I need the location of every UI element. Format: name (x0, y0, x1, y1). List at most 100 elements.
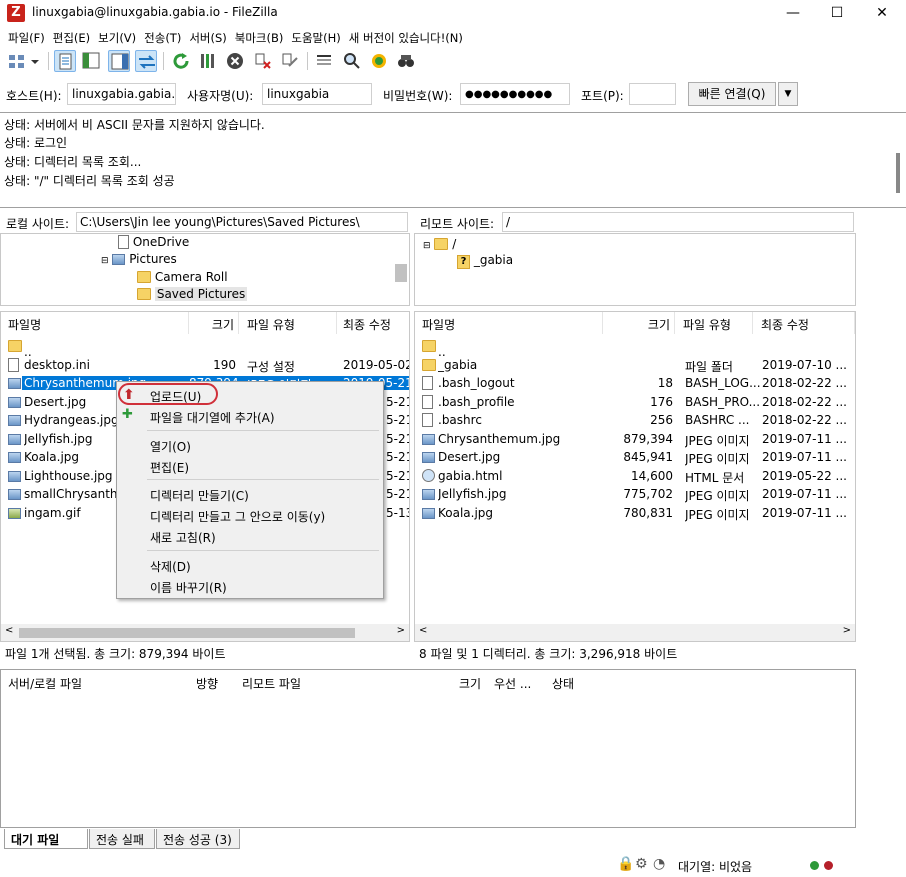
remote-path-input[interactable]: / (502, 212, 854, 232)
pictures-icon (112, 254, 126, 265)
password-input[interactable]: ●●●●●●●●●● (460, 83, 570, 105)
directory-comparison-icon[interactable] (341, 50, 363, 72)
menu-item-open[interactable]: 열기(O) (150, 438, 191, 455)
scroll-right-icon[interactable]: > (843, 625, 851, 636)
scrollbar-thumb[interactable] (19, 628, 355, 638)
scroll-left-icon[interactable]: < (5, 625, 13, 636)
queue-header-status[interactable]: 상태 (552, 675, 574, 692)
collapse-icon[interactable]: ⊟ (101, 256, 109, 266)
tree-item-gabia[interactable]: ? _gabia (457, 253, 513, 269)
tab-queued-files[interactable]: 대기 파일 (4, 829, 88, 849)
remote-header-type[interactable]: 파일 유형 (675, 312, 753, 334)
tree-item-saved-pictures[interactable]: Saved Pictures (137, 287, 248, 301)
tree-scrollbar[interactable] (395, 264, 407, 282)
collapse-icon[interactable]: ⊟ (423, 241, 431, 251)
tree-item-onedrive[interactable]: OneDrive (118, 235, 189, 249)
site-manager-dropdown-icon[interactable] (28, 50, 42, 72)
list-item[interactable]: .bash_profile 176 BASH_PRO... 2018-02-22… (415, 393, 855, 411)
queue-header-size[interactable]: 크기 (459, 675, 481, 692)
tab-successful-transfers[interactable]: 전송 성공 (3) (156, 829, 240, 849)
search-files-icon[interactable] (395, 50, 417, 72)
toggle-message-log-icon[interactable] (54, 50, 76, 72)
maximize-button[interactable]: ☐ (814, 0, 860, 26)
queue-header-remote-file[interactable]: 리모트 파일 (242, 675, 301, 692)
username-input[interactable]: linuxgabia (262, 83, 372, 105)
site-manager-icon[interactable] (6, 50, 28, 72)
tree-item-root[interactable]: ⊟ / (423, 237, 456, 251)
local-path-input[interactable]: C:\Users\Jin lee young\Pictures\Saved Pi… (76, 212, 408, 232)
image-file-icon (8, 378, 21, 389)
list-item[interactable]: Desert.jpg 845,941 JPEG 이미지 2019-07-11 .… (415, 448, 855, 466)
remote-horizontal-scrollbar[interactable]: < > (415, 624, 855, 641)
local-header-type[interactable]: 파일 유형 (239, 312, 337, 334)
host-input[interactable]: linuxgabia.gabia.io (67, 83, 176, 105)
list-item[interactable]: .. (415, 337, 855, 359)
list-item[interactable]: gabia.html 14,600 HTML 문서 2019-05-22 ... (415, 467, 855, 485)
tree-item-pictures[interactable]: ⊟ Pictures (101, 252, 177, 266)
speed-limit-icon[interactable]: ◔ (653, 856, 665, 872)
menu-bookmarks[interactable]: 북마크(B) (233, 27, 290, 47)
context-menu: ⬆ 업로드(U) ✚ 파일을 대기열에 추가(A) 열기(O) 편집(E) 디렉… (116, 381, 384, 599)
menu-edit[interactable]: 편집(E) (51, 27, 96, 47)
list-item[interactable]: _gabia 파일 폴더 2019-07-10 ... (415, 356, 855, 374)
quickconnect-button[interactable]: 빠른 연결(Q) (688, 82, 776, 106)
reconnect-icon[interactable] (279, 50, 301, 72)
list-item[interactable]: .. (1, 337, 409, 359)
menu-view[interactable]: 보기(V) (96, 27, 142, 47)
menu-new-version[interactable]: 새 버전이 있습니다!(N) (347, 27, 469, 47)
log-scrollbar[interactable] (896, 153, 900, 193)
list-item[interactable]: Chrysanthemum.jpg 879,394 JPEG 이미지 2019-… (415, 430, 855, 448)
menu-item-create-directory-enter[interactable]: 디렉터리 만들고 그 안으로 이동(y) (150, 508, 325, 525)
menu-item-delete[interactable]: 삭제(D) (150, 558, 191, 575)
disconnect-icon[interactable] (252, 50, 274, 72)
toolbar (0, 47, 906, 75)
queue-header-local-file[interactable]: 서버/로컬 파일 (8, 675, 82, 692)
list-item[interactable]: desktop.ini 190 구성 설정 2019-05-02 (1, 356, 409, 374)
list-item[interactable]: Koala.jpg 780,831 JPEG 이미지 2019-07-11 ..… (415, 504, 855, 522)
queue-header-direction[interactable]: 방향 (196, 675, 218, 692)
process-queue-icon[interactable] (197, 50, 219, 72)
local-header-modified[interactable]: 최종 수정 (337, 312, 409, 334)
minimize-button[interactable]: — (770, 0, 816, 26)
local-site-label: 로컬 사이트: (6, 217, 70, 231)
menu-server[interactable]: 서버(S) (187, 27, 232, 47)
directory-listing-filter-icon[interactable] (313, 50, 335, 72)
tree-item-camera-roll[interactable]: Camera Roll (137, 270, 228, 284)
synchronized-browsing-icon[interactable] (368, 50, 390, 72)
image-file-icon (8, 471, 21, 482)
menu-item-edit[interactable]: 편집(E) (150, 459, 189, 476)
scroll-right-icon[interactable]: > (397, 625, 405, 636)
toggle-transfer-queue-icon[interactable] (135, 50, 157, 72)
folder-icon (137, 288, 151, 300)
remote-header-size[interactable]: 크기 (603, 312, 675, 334)
remote-header-modified[interactable]: 최종 수정 (753, 312, 855, 334)
close-button[interactable]: ✕ (859, 0, 905, 26)
scroll-left-icon[interactable]: < (419, 625, 427, 636)
queue-header-priority[interactable]: 우선 ... (494, 675, 531, 692)
cancel-operation-icon[interactable] (224, 50, 246, 72)
list-item[interactable]: Jellyfish.jpg 775,702 JPEG 이미지 2019-07-1… (415, 485, 855, 503)
quickconnect-dropdown-icon[interactable]: ▼ (778, 82, 798, 106)
local-header-name[interactable]: 파일명 (1, 312, 189, 334)
port-input[interactable] (629, 83, 676, 105)
local-horizontal-scrollbar[interactable]: < > (1, 624, 409, 641)
menu-transfer[interactable]: 전송(T) (142, 27, 187, 47)
refresh-icon[interactable] (170, 50, 192, 72)
toggle-local-tree-icon[interactable] (80, 50, 102, 72)
username-label: 사용자명(U): (187, 89, 254, 103)
menu-item-refresh[interactable]: 새로 고침(R) (150, 529, 216, 546)
toggle-remote-tree-icon[interactable] (108, 50, 130, 72)
window-title: linuxgabia@linuxgabia.gabia.io - FileZil… (32, 5, 278, 19)
menu-help[interactable]: 도움말(H) (289, 27, 346, 47)
list-item[interactable]: .bash_logout 18 BASH_LOG... 2018-02-22 .… (415, 374, 855, 392)
list-item[interactable]: .bashrc 256 BASHRC ... 2018-02-22 ... (415, 411, 855, 429)
menu-item-create-directory[interactable]: 디렉터리 만들기(C) (150, 487, 249, 504)
settings-file-icon (8, 358, 19, 372)
gear-icon: ⚙ (635, 856, 648, 872)
local-header-size[interactable]: 크기 (189, 312, 239, 334)
tab-failed-transfers[interactable]: 전송 실패 (89, 829, 155, 849)
remote-header-name[interactable]: 파일명 (415, 312, 603, 334)
menu-file[interactable]: 파일(F) (6, 27, 51, 47)
menu-item-rename[interactable]: 이름 바꾸기(R) (150, 579, 227, 596)
menu-item-add-to-queue[interactable]: 파일을 대기열에 추가(A) (150, 409, 275, 426)
